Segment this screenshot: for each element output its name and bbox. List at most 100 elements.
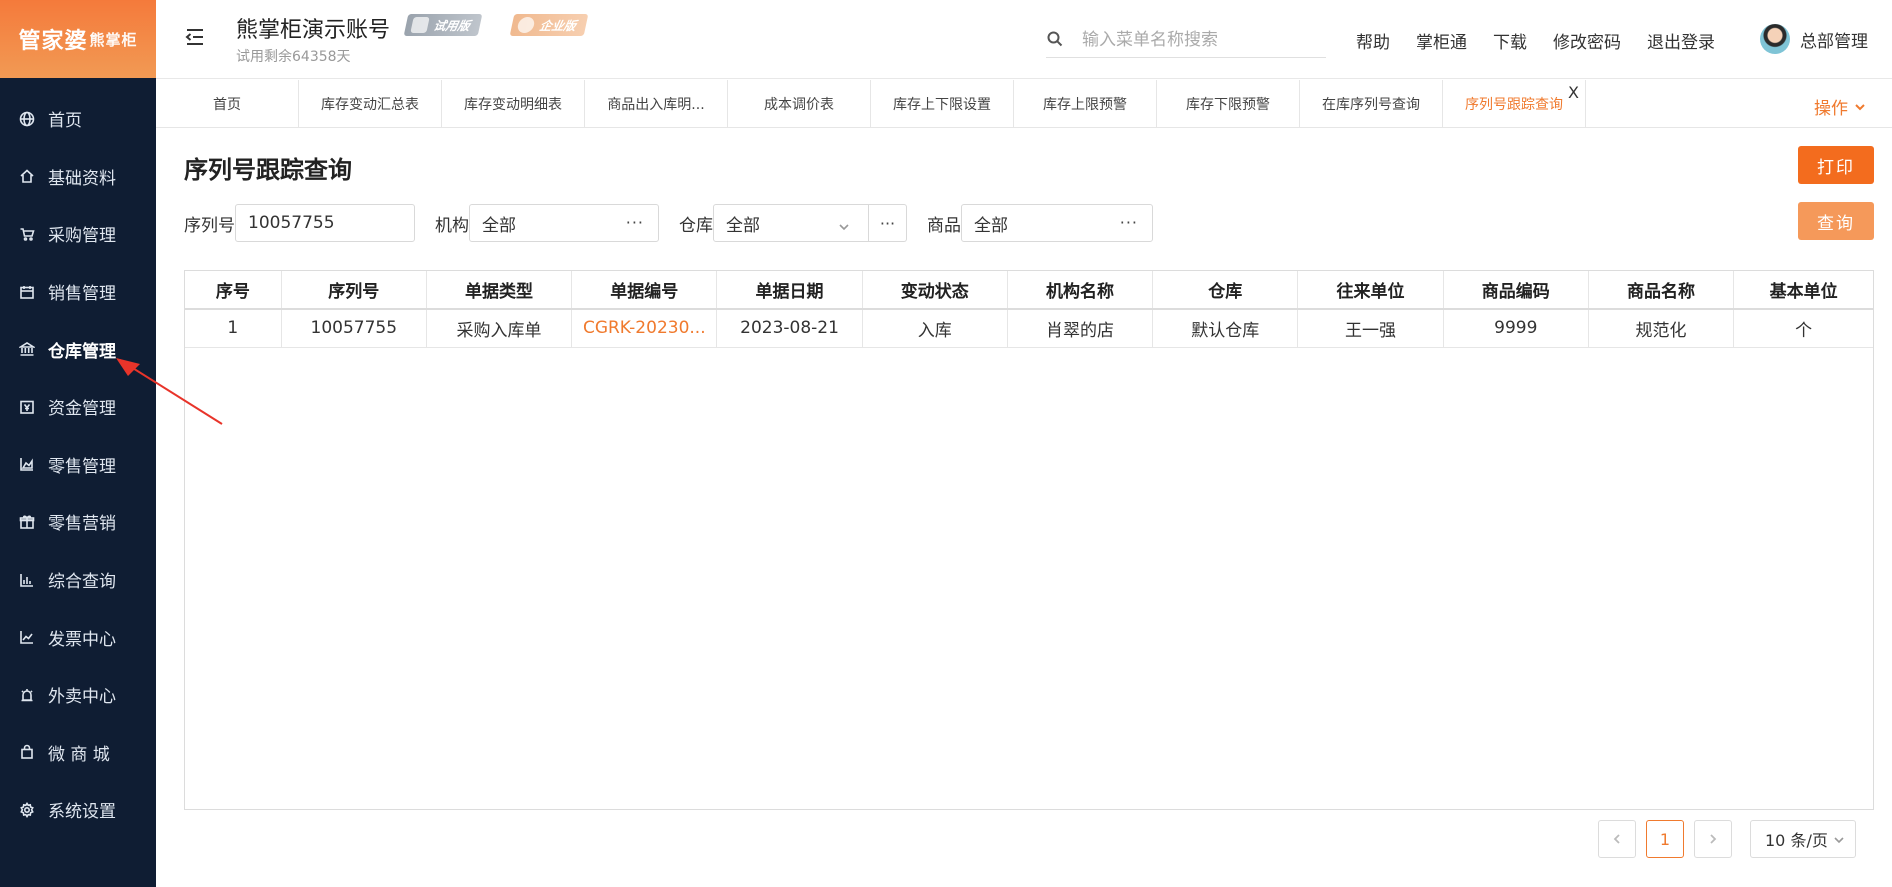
- sidebar-item-basic-data[interactable]: 基础资料: [0, 148, 156, 206]
- table-cell: 入库: [862, 309, 1008, 348]
- table-row[interactable]: 1 10057755 采购入库单 CGRK-20230... 2023-08-2…: [185, 309, 1873, 348]
- pagination: 1 10 条/页: [1588, 820, 1856, 858]
- org-select[interactable]: 全部 ···: [469, 204, 659, 242]
- sidebar-item-label: 微 商 城: [48, 744, 110, 765]
- warehouse-select[interactable]: 全部: [713, 204, 869, 242]
- close-icon[interactable]: X: [1568, 83, 1579, 102]
- menu-search: [1046, 22, 1326, 58]
- col-header[interactable]: 单据编号: [571, 271, 718, 310]
- sidebar-item-label: 销售管理: [48, 284, 116, 305]
- change-password-link[interactable]: 修改密码: [1553, 28, 1621, 53]
- col-header[interactable]: 单据类型: [426, 271, 573, 310]
- sidebar-item-label: 采购管理: [48, 226, 116, 247]
- bag-icon: [18, 743, 36, 761]
- annotation-arrow-icon: [116, 358, 223, 425]
- operations-label: 操作: [1814, 99, 1848, 119]
- sidebar-item-label: 系统设置: [48, 802, 116, 823]
- chevron-down-icon: [838, 218, 850, 231]
- print-button[interactable]: 打印: [1798, 146, 1874, 184]
- product-select[interactable]: 全部 ···: [961, 204, 1153, 242]
- document-number-link[interactable]: CGRK-20230...: [571, 309, 718, 348]
- tab-serial-tracking[interactable]: 序列号跟踪查询 X: [1443, 80, 1586, 128]
- serial-input[interactable]: 10057755: [235, 204, 415, 242]
- col-header[interactable]: 序列号: [281, 271, 427, 310]
- col-header[interactable]: 机构名称: [1007, 271, 1154, 310]
- chevron-right-icon: [1710, 834, 1717, 844]
- trial-remaining: 试用剩余64358天: [236, 49, 351, 65]
- more-icon[interactable]: ···: [1120, 213, 1138, 232]
- bar-chart-icon: [18, 571, 36, 589]
- sidebar-item-settings[interactable]: 系统设置: [0, 781, 156, 839]
- sidebar-item-takeout[interactable]: 外卖中心: [0, 666, 156, 724]
- brand-logo: 管家婆 熊掌柜: [0, 0, 156, 78]
- sidebar-item-retail-marketing[interactable]: 零售营销: [0, 493, 156, 551]
- chevron-left-icon: [1613, 834, 1620, 844]
- tab-stock-change-detail[interactable]: 库存变动明细表: [442, 80, 585, 128]
- next-page-button[interactable]: [1694, 820, 1732, 858]
- operations-dropdown[interactable]: 操作: [1814, 94, 1866, 119]
- logout-link[interactable]: 退出登录: [1647, 28, 1715, 53]
- logo-main: 管家婆: [18, 29, 88, 54]
- zhanggui-link[interactable]: 掌柜通: [1416, 28, 1467, 53]
- sidebar-item-label: 仓库管理: [48, 341, 116, 362]
- query-button[interactable]: 查询: [1798, 202, 1874, 240]
- sidebar-item-mall[interactable]: 微 商 城: [0, 724, 156, 782]
- sidebar-item-home[interactable]: 首页: [0, 90, 156, 148]
- col-header[interactable]: 变动状态: [862, 271, 1008, 310]
- page-title: 序列号跟踪查询: [184, 156, 352, 184]
- table-cell: 2023-08-21: [716, 309, 863, 348]
- table-cell: 9999: [1443, 309, 1589, 348]
- top-header: 熊掌柜演示账号 试用剩余64358天 试用版 企业版 帮助 掌柜通 下载 修改密…: [156, 0, 1892, 79]
- org-label: 机构: [435, 215, 469, 236]
- sidebar-item-retail[interactable]: 零售管理: [0, 436, 156, 494]
- col-header[interactable]: 单据日期: [716, 271, 863, 310]
- serial-label: 序列号: [184, 215, 235, 236]
- tab-product-in-out[interactable]: 商品出入库明...: [585, 80, 728, 128]
- sidebar-item-invoice[interactable]: 发票中心: [0, 608, 156, 666]
- col-header[interactable]: 商品编码: [1443, 271, 1589, 310]
- globe-icon: [18, 110, 36, 128]
- warehouse-value: 全部: [726, 215, 760, 236]
- sidebar-item-sales[interactable]: 销售管理: [0, 263, 156, 321]
- more-icon[interactable]: ···: [626, 213, 644, 232]
- account-title: 熊掌柜演示账号: [236, 18, 391, 43]
- download-link[interactable]: 下载: [1493, 28, 1527, 53]
- page-size-select[interactable]: 10 条/页: [1750, 820, 1856, 858]
- sidebar-item-label: 发票中心: [48, 629, 116, 650]
- gift-icon: [18, 513, 36, 531]
- sidebar-item-purchase[interactable]: 采购管理: [0, 205, 156, 263]
- search-icon[interactable]: [1046, 30, 1066, 50]
- col-header[interactable]: 基本单位: [1733, 271, 1873, 310]
- col-header[interactable]: 往来单位: [1297, 271, 1444, 310]
- serial-tracking-table: 序号 序列号 单据类型 单据编号 单据日期 变动状态 机构名称 仓库 往来单位 …: [184, 270, 1874, 810]
- warehouse-more-button[interactable]: ···: [869, 204, 907, 242]
- col-header[interactable]: 商品名称: [1588, 271, 1735, 310]
- cart-icon: [18, 225, 36, 243]
- filter-bar: 序列号 10057755 机构 全部 ··· 仓库 全部 ··· 商品 全部 ·…: [184, 204, 1153, 242]
- table-cell: 默认仓库: [1152, 309, 1299, 348]
- tab-stock-lower-alert[interactable]: 库存下限预警: [1157, 80, 1300, 128]
- tab-stock-upper-alert[interactable]: 库存上限预警: [1014, 80, 1157, 128]
- tab-serial-in-stock[interactable]: 在库序列号查询: [1300, 80, 1443, 128]
- prev-page-button[interactable]: [1598, 820, 1636, 858]
- tab-stock-limit-settings[interactable]: 库存上下限设置: [871, 80, 1014, 128]
- enterprise-badge: 企业版: [509, 14, 589, 36]
- page-number[interactable]: 1: [1646, 820, 1684, 858]
- sidebar-item-query[interactable]: 综合查询: [0, 551, 156, 609]
- col-header[interactable]: 仓库: [1152, 271, 1299, 310]
- col-header[interactable]: 序号: [185, 271, 282, 310]
- search-input[interactable]: [1082, 29, 1312, 50]
- user-name: 总部管理: [1800, 31, 1868, 52]
- sidebar-item-label: 资金管理: [48, 399, 116, 420]
- help-link[interactable]: 帮助: [1356, 28, 1390, 53]
- sidebar: 管家婆 熊掌柜 首页 基础资料 采购管理 销售管理 仓库管理 资金管理 零售管理…: [0, 0, 156, 887]
- tab-home[interactable]: 首页: [156, 80, 299, 128]
- menu-collapse-icon[interactable]: [184, 26, 206, 48]
- table-cell: 采购入库单: [426, 309, 573, 348]
- user-menu[interactable]: 总部管理: [1760, 24, 1868, 54]
- tab-stock-change-summary[interactable]: 库存变动汇总表: [299, 80, 442, 128]
- tab-cost-adjust[interactable]: 成本调价表: [728, 80, 871, 128]
- calendar-icon: [18, 283, 36, 301]
- table-cell: 王一强: [1297, 309, 1444, 348]
- sidebar-item-label: 外卖中心: [48, 687, 116, 708]
